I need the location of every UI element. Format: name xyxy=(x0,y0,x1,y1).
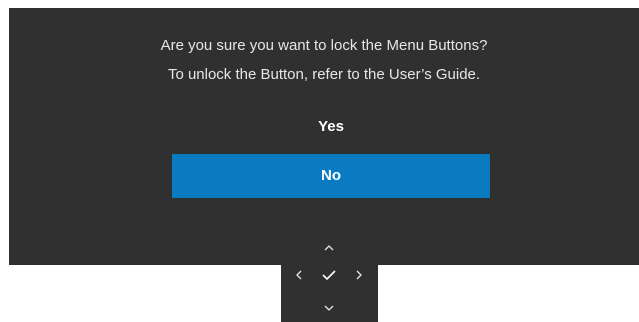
chevron-up-icon[interactable] xyxy=(319,240,339,256)
lock-menu-dialog: Are you sure you want to lock the Menu B… xyxy=(9,8,639,265)
no-option-button[interactable]: No xyxy=(172,154,490,198)
unlock-hint-text: To unlock the Button, refer to the User’… xyxy=(167,66,481,83)
lock-question-text: Are you sure you want to lock the Menu B… xyxy=(160,37,488,54)
chevron-left-icon[interactable] xyxy=(291,266,307,284)
navigation-pad xyxy=(281,229,378,322)
chevron-right-icon[interactable] xyxy=(351,266,367,284)
checkmark-icon[interactable] xyxy=(317,265,341,285)
chevron-down-icon[interactable] xyxy=(319,300,339,316)
yes-option-button[interactable]: Yes xyxy=(172,105,490,149)
